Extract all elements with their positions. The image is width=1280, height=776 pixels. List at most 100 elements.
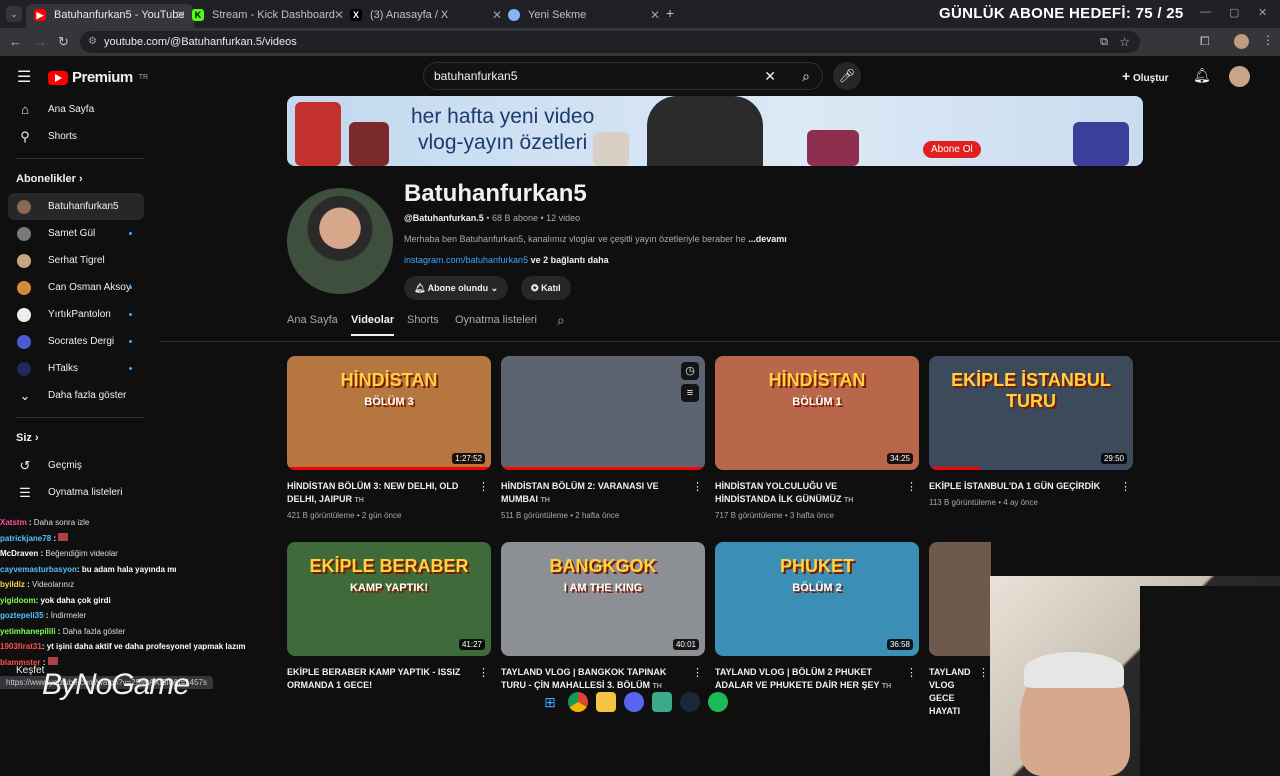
clear-search-icon[interactable]: ✕ xyxy=(764,63,776,89)
youtube-logo[interactable]: Premium TR xyxy=(48,69,148,86)
join-button[interactable]: ✪ Katıl xyxy=(521,276,571,300)
video-card[interactable]: TAYLAND VLOG GECE HAYATI ⋮ xyxy=(929,542,991,719)
sidebar-item-watch-later[interactable]: Daha sonra izle xyxy=(34,518,90,527)
tab-search-icon[interactable]: ⌄ xyxy=(6,6,22,22)
description-more-link[interactable]: ...devamı xyxy=(748,234,787,244)
file-explorer-icon[interactable] xyxy=(596,692,616,712)
video-card[interactable]: HİNDİSTAN BÖLÜM 3 1:27:52 HİNDİSTAN BÖLÜM 3… xyxy=(287,356,491,520)
video-card[interactable]: EKİPLE İSTANBUL TURU 29:50 EKİPLE İSTANBUL… xyxy=(929,356,1133,507)
sidebar-item-history[interactable]: ↺ Geçmiş xyxy=(0,452,160,479)
sidebar-item-your-videos[interactable]: Videolarınız xyxy=(32,580,74,589)
video-title[interactable]: HİNDİSTAN YOLCULUĞU VE HİNDİSTANDA İLK G… xyxy=(715,480,919,507)
more-actions-icon[interactable]: ⋮ xyxy=(692,666,703,679)
chrome-icon[interactable] xyxy=(568,692,588,712)
add-to-queue-icon[interactable]: ≡ xyxy=(681,384,699,402)
more-actions-icon[interactable]: ⋮ xyxy=(478,480,489,493)
tab-home[interactable]: Ana Sayfa xyxy=(287,314,338,326)
sidebar-item-liked-videos[interactable]: Beğendiğim videolar xyxy=(45,549,118,558)
channel-description[interactable]: Merhaba ben Batuhanfurkan5, kanalımız vl… xyxy=(404,234,787,244)
video-card[interactable]: BANGKGOK I AM THE KING 40:01 TAYLAND VLOG |… xyxy=(501,542,705,693)
spotify-icon[interactable] xyxy=(708,692,728,712)
video-thumbnail[interactable]: HİNDİSTAN BÖLÜM 3 1:27:52 xyxy=(287,356,491,470)
subscribed-button[interactable]: 🔔︎ Abone olundu ⌄ xyxy=(404,276,509,300)
subscriptions-header[interactable]: Abonelikler › xyxy=(0,165,160,193)
window-maximize-icon[interactable]: ▢ xyxy=(1229,6,1239,19)
window-close-icon[interactable]: ✕ xyxy=(1258,6,1267,19)
tab-playlists[interactable]: Oynatma listeleri xyxy=(455,314,537,326)
instagram-link[interactable]: instagram.com/batuhanfurkan5 xyxy=(404,255,528,265)
channel-avatar-large[interactable] xyxy=(287,188,393,294)
video-card[interactable]: EKİPLE BERABER KAMP YAPTIK! 41:27 EKİPLE BE… xyxy=(287,542,491,693)
video-card[interactable]: ◷ ≡ HİNDİSTAN BÖLÜM 2: VARANASI VE MUMBAI … xyxy=(501,356,705,520)
sidebar-sub-batuhanfurkan5[interactable]: Batuhanfurkan5 xyxy=(8,193,144,220)
sidebar-item-downloads[interactable]: İndirmeler xyxy=(51,611,87,620)
bookmark-star-icon[interactable]: ☆ xyxy=(1119,31,1130,53)
watch-later-icon[interactable]: ◷ xyxy=(681,362,699,380)
more-actions-icon[interactable]: ⋮ xyxy=(906,480,917,493)
video-thumbnail[interactable] xyxy=(929,542,991,656)
channel-links[interactable]: instagram.com/batuhanfurkan5 ve 2 bağlan… xyxy=(404,255,609,265)
window-minimize-icon[interactable]: — xyxy=(1200,6,1211,18)
tab-shorts[interactable]: Shorts xyxy=(407,314,439,326)
browser-menu-icon[interactable]: ⋮ xyxy=(1262,33,1274,47)
microphone-icon[interactable]: 🎤︎ xyxy=(833,62,861,90)
channel-search-icon[interactable]: ⌕ xyxy=(557,312,565,329)
address-bar[interactable]: ⚙ youtube.com/@Batuhanfurkan.5/videos ☆ … xyxy=(80,31,1140,53)
video-title[interactable]: TAYLAND VLOG | BANGKOK TAPINAK TURU - Çİ… xyxy=(501,666,705,693)
notifications-bell-icon[interactable]: 🔔︎ xyxy=(1193,67,1211,84)
video-thumbnail[interactable]: PHUKET BÖLÜM 2 36:58 xyxy=(715,542,919,656)
profile-avatar[interactable] xyxy=(1234,34,1249,49)
video-thumbnail[interactable]: HİNDİSTAN BÖLÜM 1 34:25 xyxy=(715,356,919,470)
video-thumbnail[interactable]: BANGKGOK I AM THE KING 40:01 xyxy=(501,542,705,656)
sidebar-sub-socrates-dergi[interactable]: Socrates Dergi xyxy=(0,328,160,355)
reload-icon[interactable]: ↻ xyxy=(58,34,69,50)
sidebar-show-more[interactable]: ⌄ Daha fazla göster xyxy=(0,382,160,409)
obs-icon[interactable] xyxy=(652,692,672,712)
back-arrow-icon[interactable]: ← xyxy=(9,34,22,49)
more-actions-icon[interactable]: ⋮ xyxy=(978,666,989,679)
windows-start-icon[interactable]: ⊞ xyxy=(540,692,560,712)
sidebar-item-shorts[interactable]: ⚲ Shorts xyxy=(0,123,160,150)
new-tab-icon[interactable]: + xyxy=(666,5,674,21)
search-input[interactable]: batuhanfurkan5 ✕ ⌕ xyxy=(423,62,823,90)
video-title[interactable]: HİNDİSTAN BÖLÜM 2: VARANASI VE MUMBAI TH xyxy=(501,480,705,507)
extensions-icon[interactable]: ⧠ xyxy=(1200,34,1210,49)
browser-tab-kick[interactable]: K Stream - Kick Dashboard ✕ xyxy=(184,4,352,28)
video-title[interactable]: TAYLAND VLOG | BÖLÜM 2 PHUKET ADALAR VE … xyxy=(715,666,919,693)
browser-tab-x[interactable]: X (3) Anasayfa / X ✕ xyxy=(342,4,510,28)
more-actions-icon[interactable]: ⋮ xyxy=(1120,480,1131,493)
you-header[interactable]: Siz › xyxy=(0,424,160,452)
sidebar-sub-samet-gul[interactable]: Samet Gül xyxy=(0,220,160,247)
more-actions-icon[interactable]: ⋮ xyxy=(692,480,703,493)
sidebar-item-home[interactable]: ⌂ Ana Sayfa xyxy=(0,96,160,123)
more-actions-icon[interactable]: ⋮ xyxy=(906,666,917,679)
sidebar-sub-yirtikpantolon[interactable]: YırtıkPantolon xyxy=(0,301,160,328)
discord-icon[interactable] xyxy=(624,692,644,712)
sidebar-sub-htalks[interactable]: HTalks xyxy=(0,355,160,382)
close-tab-icon[interactable]: ✕ xyxy=(650,4,660,26)
browser-tab-new[interactable]: Yeni Sekme ✕ xyxy=(500,4,668,28)
video-card[interactable]: HİNDİSTAN BÖLÜM 1 34:25 HİNDİSTAN YOLCULUĞU… xyxy=(715,356,919,520)
sidebar-item-playlists[interactable]: ☰ Oynatma listeleri xyxy=(0,479,160,506)
video-thumbnail[interactable]: EKİPLE BERABER KAMP YAPTIK! 41:27 xyxy=(287,542,491,656)
video-thumbnail[interactable]: ◷ ≡ xyxy=(501,356,705,470)
video-title[interactable]: HİNDİSTAN BÖLÜM 3: NEW DELHI, OLD DELHI,… xyxy=(287,480,491,507)
search-icon[interactable]: ⌕ xyxy=(802,63,810,89)
sidebar-item-explore[interactable]: Keşfet xyxy=(16,665,44,676)
forward-arrow-icon[interactable]: → xyxy=(34,34,47,49)
install-app-icon[interactable]: ⧉ xyxy=(1100,31,1108,53)
steam-icon[interactable] xyxy=(680,692,700,712)
video-title[interactable]: EKİPLE BERABER KAMP YAPTIK - ISSIZ ORMAN… xyxy=(287,666,491,693)
video-thumbnail[interactable]: EKİPLE İSTANBUL TURU 29:50 xyxy=(929,356,1133,470)
site-info-icon[interactable]: ⚙ xyxy=(88,31,97,53)
tab-videos[interactable]: Videolar xyxy=(351,314,395,336)
more-actions-icon[interactable]: ⋮ xyxy=(478,666,489,679)
create-button[interactable]: + Oluştur xyxy=(1122,68,1169,84)
hamburger-menu-icon[interactable]: ☰ xyxy=(17,67,31,87)
video-card[interactable]: PHUKET BÖLÜM 2 36:58 TAYLAND VLOG | BÖLÜM 2… xyxy=(715,542,919,693)
browser-tab-youtube[interactable]: ▶ Batuhanfurkan5 - YouTube ✕ xyxy=(26,4,194,28)
sidebar-item-show-more[interactable]: Daha fazla göster xyxy=(63,627,126,636)
sidebar-sub-serhat-tigrel[interactable]: Serhat Tigrel xyxy=(0,247,160,274)
account-avatar[interactable] xyxy=(1229,66,1250,87)
sidebar-sub-can-osman-aksoy[interactable]: Can Osman Aksoy xyxy=(0,274,160,301)
